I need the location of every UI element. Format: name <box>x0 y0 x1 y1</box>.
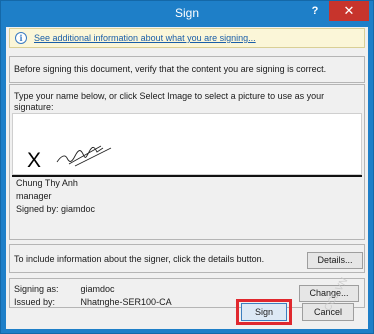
verify-text: Before signing this document, verify tha… <box>14 64 327 74</box>
signing-as-value: giamdoc <box>80 284 115 294</box>
signer-title: manager <box>16 191 52 201</box>
verify-panel: Before signing this document, verify tha… <box>9 56 365 83</box>
signing-as-row: Signing as: giamdoc <box>14 284 115 294</box>
signature-x-mark: X <box>27 149 42 172</box>
sign-dialog: Sign ? ✕ i See additional information ab… <box>0 0 374 334</box>
help-button[interactable]: ? <box>303 1 327 21</box>
info-bar: i See additional information about what … <box>9 28 365 48</box>
signature-scribble <box>56 145 112 167</box>
sign-button[interactable]: Sign <box>241 303 287 321</box>
details-button[interactable]: Details... <box>307 252 363 269</box>
signature-panel: Type your name below, or click Select Im… <box>9 84 365 240</box>
dialog-body: i See additional information about what … <box>6 27 368 329</box>
info-icon: i <box>15 32 27 44</box>
issued-by-label: Issued by: <box>14 297 56 307</box>
signed-by: Signed by: giamdoc <box>16 204 96 214</box>
close-button[interactable]: ✕ <box>329 1 369 21</box>
title-bar[interactable]: Sign ? ✕ <box>1 1 373 27</box>
signing-as-label: Signing as: <box>14 284 59 294</box>
details-panel: To include information about the signer,… <box>9 244 365 273</box>
signer-name: Chung Thy Anh <box>16 178 78 188</box>
issued-by-value: Nhatnghe-SER100-CA <box>80 297 172 307</box>
signature-prompt: Type your name below, or click Select Im… <box>14 91 325 112</box>
signature-input[interactable]: X <box>12 113 362 175</box>
signer-info: Chung Thy Anh manager Signed by: giamdoc <box>16 177 266 216</box>
details-text: To include information about the signer,… <box>14 254 265 264</box>
close-icon: ✕ <box>343 3 355 18</box>
additional-info-link[interactable]: See additional information about what yo… <box>34 33 256 43</box>
issued-by-row: Issued by: Nhatnghe-SER100-CA <box>14 297 172 307</box>
